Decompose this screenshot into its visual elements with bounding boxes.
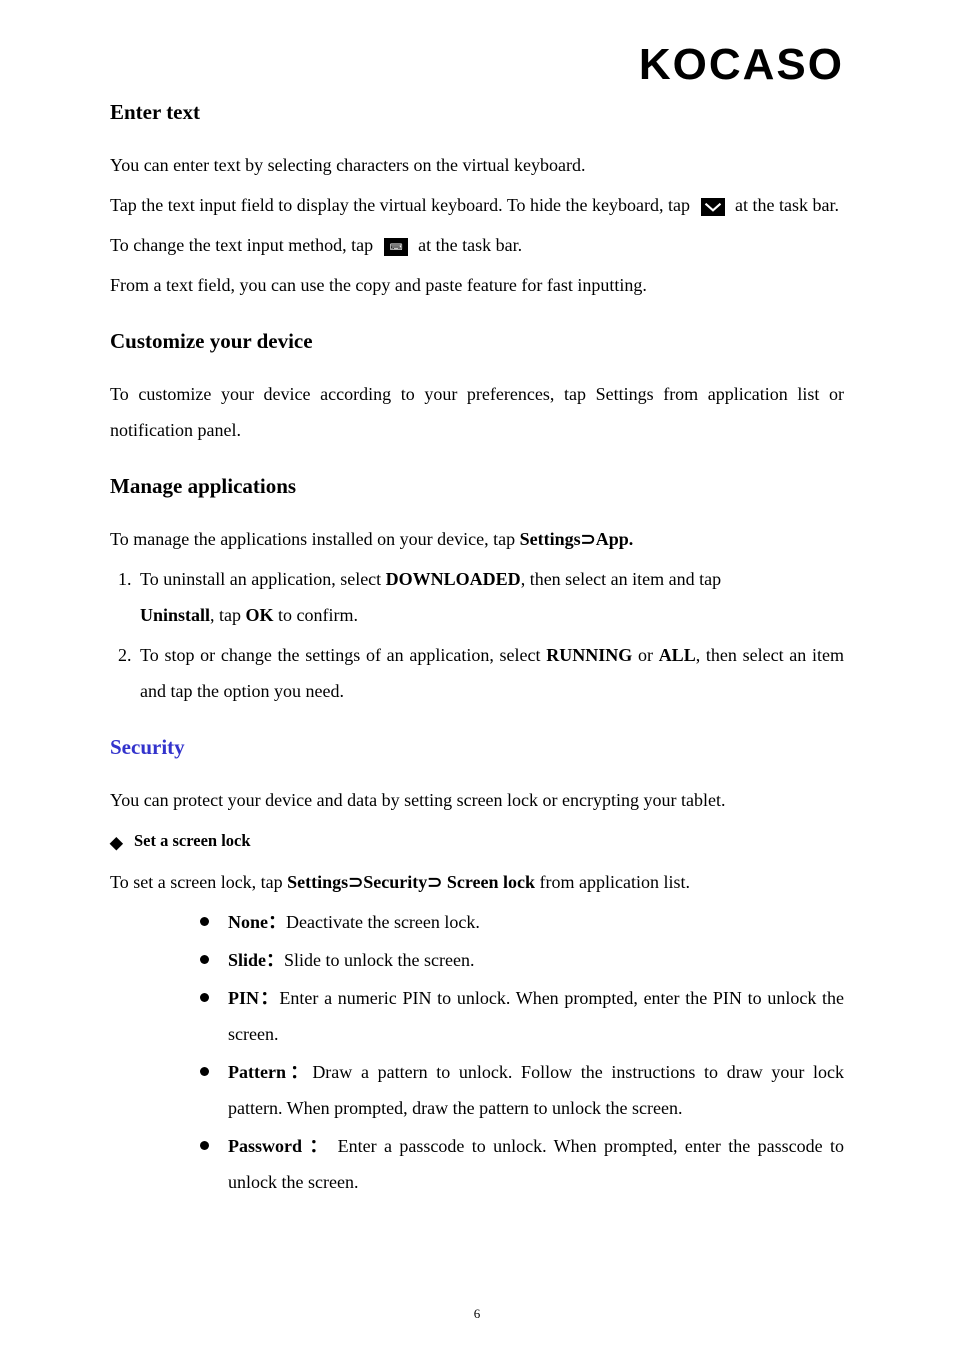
manage-li1-downloaded: DOWNLOADED [386,569,521,589]
manage-li1-g: to confirm. [274,605,358,625]
manage-intro-a: To manage the applications installed on … [110,529,520,549]
sec-s1-sup2: ⊃ [427,872,442,892]
opt-pattern: Pattern：Draw a pattern to unlock. Follow… [200,1054,844,1126]
enter-text-p2-b: at the task bar. [731,195,839,215]
manage-li-1: To uninstall an application, select DOWN… [136,561,844,633]
manage-intro-app: App. [596,529,634,549]
sec-s1-screenlock: Screen lock [442,872,535,892]
document-page: KOCASO Enter text You can enter text by … [0,0,954,1350]
keyboard-icon: ⌨ [384,238,408,256]
security-intro: You can protect your device and data by … [110,782,844,818]
enter-text-p3: To change the text input method, tap ⌨ a… [110,227,844,263]
manage-li2-a: To stop or change the settings of an app… [140,645,546,665]
manage-li1-e: , tap [210,605,246,625]
opt-pattern-k: Pattern [228,1062,286,1082]
opt-pin-sep: ： [259,988,279,1008]
manage-li2-running: RUNNING [546,645,632,665]
sec-s1-e: from application list. [535,872,690,892]
opt-pin-k: PIN [228,988,259,1008]
enter-text-p2: Tap the text input field to display the … [110,187,844,223]
brand-logo: KOCASO [110,40,844,90]
opt-password-sep: ： [302,1136,330,1156]
opt-none: None：Deactivate the screen lock. [200,904,844,940]
manage-li1-a: To uninstall an application, select [140,569,386,589]
heading-manage-apps: Manage applications [110,474,844,499]
opt-pin: PIN：Enter a numeric PIN to unlock. When … [200,980,844,1052]
manage-intro-settings: Settings [520,529,581,549]
sec-s1-settings: Settings [287,872,348,892]
manage-sup: ⊃ [581,529,596,549]
manage-ordered-list: To uninstall an application, select DOWN… [110,561,844,709]
heading-customize: Customize your device [110,329,844,354]
security-sub1-label: Set a screen lock [134,826,251,856]
customize-p1: To customize your device according to yo… [110,376,844,448]
opt-none-k: None [228,912,268,932]
opt-password-k: Password [228,1136,302,1156]
manage-li-2: To stop or change the settings of an app… [136,637,844,709]
security-sub1-intro: To set a screen lock, tap Settings⊃Secur… [110,864,844,900]
opt-pattern-sep: ： [286,1062,312,1082]
sec-s1-security: Security [363,872,427,892]
enter-text-p3-b: at the task bar. [414,235,522,255]
security-sublist: ◆ Set a screen lock [110,826,844,858]
manage-li2-all: ALL [659,645,696,665]
manage-li1-uninstall: Uninstall [140,605,210,625]
sec-s1-sup1: ⊃ [348,872,363,892]
manage-intro: To manage the applications installed on … [110,521,844,557]
enter-text-p4: From a text field, you can use the copy … [110,267,844,303]
page-number: 6 [0,1306,954,1322]
manage-li1-ok: OK [246,605,274,625]
section-customize-body: To customize your device according to yo… [110,376,844,448]
opt-pattern-v: Draw a pattern to unlock. Follow the ins… [228,1062,844,1118]
section-enter-text-body: You can enter text by selecting characte… [110,147,844,303]
opt-slide: Slide：Slide to unlock the screen. [200,942,844,978]
opt-password: Password ： Enter a passcode to unlock. W… [200,1128,844,1200]
diamond-icon: ◆ [110,828,124,858]
opt-slide-v: Slide to unlock the screen. [284,950,474,970]
opt-slide-k: Slide [228,950,266,970]
manage-li1-c: , then select an item and tap [521,569,721,589]
security-sub-set-screen-lock: ◆ Set a screen lock [110,826,844,858]
opt-none-sep: ： [268,912,286,932]
screen-lock-options: None：Deactivate the screen lock. Slide：S… [110,904,844,1200]
enter-text-p2-a: Tap the text input field to display the … [110,195,695,215]
heading-enter-text: Enter text [110,100,844,125]
heading-security: Security [110,735,844,760]
opt-none-v: Deactivate the screen lock. [286,912,480,932]
opt-slide-sep: ： [266,950,284,970]
section-manage-body: To manage the applications installed on … [110,521,844,709]
section-security-body: You can protect your device and data by … [110,782,844,1200]
enter-text-p1: You can enter text by selecting characte… [110,147,844,183]
enter-text-p3-a: To change the text input method, tap [110,235,378,255]
sec-s1-a: To set a screen lock, tap [110,872,287,892]
opt-pin-v: Enter a numeric PIN to unlock. When prom… [228,988,844,1044]
manage-li2-c: or [632,645,658,665]
hide-keyboard-icon [701,198,725,216]
